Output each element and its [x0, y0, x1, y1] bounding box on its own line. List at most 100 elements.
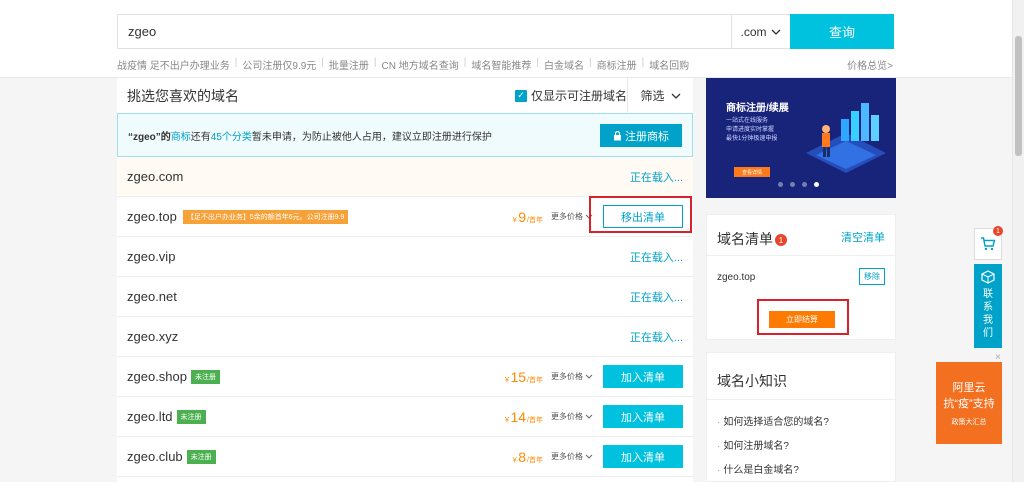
unregistered-tag: 未注册 — [186, 449, 216, 464]
carousel-dot-active[interactable] — [814, 182, 819, 187]
only-available-toggle[interactable]: ✓ 仅显示可注册域名 — [515, 78, 627, 113]
chevron-down-icon — [671, 93, 680, 99]
cart-item-domain: zgeo.top — [717, 272, 756, 283]
more-price-label: 更多价格 — [551, 412, 583, 421]
domain-row: zgeo.ltd 未注册 ￥ 14/首年 更多价格 加入清单 — [117, 397, 693, 437]
carousel-dot[interactable] — [790, 182, 795, 187]
hot-link[interactable]: 白金域名 — [544, 57, 584, 72]
scroll-thumb[interactable] — [1015, 36, 1022, 156]
notice-keyword: “zgeo”的 — [128, 131, 171, 143]
more-price-toggle[interactable]: 更多价格 — [551, 211, 593, 222]
domain-row: zgeo.club 未注册 ￥ 8/首年 更多价格 加入清单 — [117, 437, 693, 477]
cart-remove-button[interactable]: 移除 — [859, 268, 885, 285]
contact-us-button[interactable]: 联系我们 — [974, 264, 1002, 348]
scrollbar[interactable] — [1012, 0, 1024, 482]
hot-link[interactable]: 战疫情 足不出户办理业务 — [117, 57, 230, 72]
chevron-down-icon — [585, 414, 593, 419]
domain-name: zgeo.shop — [127, 369, 187, 384]
trademark-banner[interactable]: 商标注册/续展 一站式在线服务 申请进度实时掌握 最快1分钟极速申报 查看详情 — [706, 78, 896, 198]
cube-icon — [981, 270, 995, 284]
banner-detail-button[interactable]: 查看详情 — [734, 167, 770, 177]
unregistered-tag: 未注册 — [191, 369, 220, 384]
price-overview-link[interactable]: 价格总览> — [847, 57, 893, 72]
loading-status: 正在载入... — [629, 331, 683, 344]
filter-dropdown[interactable]: 筛选 — [627, 78, 693, 113]
domain-name: zgeo.club — [127, 449, 183, 464]
price: ￥ 9/首年 — [510, 209, 543, 225]
banner-line: 一站式在线服务 — [726, 118, 769, 124]
right-sidebar: 商标注册/续展 一站式在线服务 申请进度实时掌握 最快1分钟极速申报 查看详情 — [706, 78, 896, 482]
domain-name: zgeo.net — [127, 289, 177, 304]
domain-list-panel: 挑选您喜欢的域名 ✓ 仅显示可注册域名 筛选 “zgeo”的 商标 还有 45个分类暂… — [117, 78, 693, 482]
chevron-down-icon — [585, 374, 593, 379]
hot-link[interactable]: 公司注册仅9.9元 — [242, 57, 316, 72]
domain-row: zgeo.net 正在载入... — [117, 277, 693, 317]
add-to-list-button[interactable]: 加入清单 — [603, 445, 683, 468]
cart-title: 域名清单 1 — [717, 229, 787, 249]
more-price-label: 更多价格 — [551, 372, 583, 381]
domain-row: zgeo.com 正在载入... — [117, 157, 693, 197]
chevron-down-icon — [585, 454, 593, 459]
hot-link[interactable]: 批量注册 — [329, 57, 369, 72]
loading-status: 正在载入... — [629, 291, 683, 304]
search-input[interactable] — [118, 15, 730, 48]
hot-link[interactable]: 域名智能推荐 — [471, 57, 531, 72]
price: ￥ 8/首年 — [510, 449, 543, 465]
notice-mid: 还有 — [190, 131, 211, 143]
clear-cart-link[interactable]: 清空清单 — [841, 229, 885, 245]
contact-us-label: 联系我们 — [983, 289, 993, 339]
hot-link[interactable]: 商标注册 — [597, 57, 637, 72]
domain-row: zgeo.vip 正在载入... — [117, 237, 693, 277]
floating-promo[interactable]: 阿里云 抗“疫”支持 政策大汇总 — [936, 362, 1002, 444]
domain-name: zgeo.com — [127, 169, 184, 184]
search-bar: .com 查询 — [117, 14, 894, 49]
highlight-frame-remove — [589, 196, 692, 233]
price-unit: /首年 — [527, 216, 543, 224]
cart-count-badge: 1 — [775, 234, 787, 247]
promo-tag[interactable]: 【足不出户办业务】5余的额首年6元。公司注册9.9 — [182, 209, 349, 224]
currency-symbol: ￥ — [503, 416, 511, 424]
carousel-dot[interactable] — [778, 182, 783, 187]
notice-count-link[interactable]: 45个分类 — [211, 128, 252, 143]
notice-suffix: 暂未申请，为防止被他人占用，建议立即注册进行保护 — [251, 131, 492, 143]
price-value: 15 — [510, 368, 527, 385]
hot-link[interactable]: 域名回购 — [649, 57, 689, 72]
add-to-list-button[interactable]: 加入清单 — [603, 365, 683, 388]
suffix-value: .com — [740, 24, 767, 39]
floating-cart-badge: 1 — [993, 226, 1003, 236]
more-price-toggle[interactable]: 更多价格 — [551, 411, 593, 422]
trademark-notice: “zgeo”的 商标 还有 45个分类 暂未申请，为防止被他人占用，建议立即注册进行保护… — [117, 113, 693, 157]
banner-title: 商标注册/续展 — [726, 103, 789, 114]
list-title: 挑选您喜欢的域名 — [127, 87, 239, 104]
floating-cart[interactable]: 1 — [974, 226, 1003, 260]
domain-tips-panel: 域名小知识 如何选择适合您的域名? 如何注册域名? 什么是白金域名? — [706, 352, 896, 482]
hot-link[interactable]: CN 地方域名查询 — [382, 57, 459, 72]
more-price-toggle[interactable]: 更多价格 — [551, 371, 593, 382]
tip-link[interactable]: 如何注册域名? — [717, 437, 789, 452]
tips-title: 域名小知识 — [717, 373, 787, 389]
more-price-label: 更多价格 — [551, 452, 583, 461]
price-value: 14 — [510, 408, 527, 425]
hot-links: 战疫情 足不出户办理业务 | 公司注册仅9.9元 | 批量注册 | CN 地方域名查询… — [117, 57, 893, 72]
more-price-toggle[interactable]: 更多价格 — [551, 451, 593, 462]
query-button[interactable]: 查询 — [790, 14, 894, 49]
carousel-dot[interactable] — [802, 182, 807, 187]
tip-link[interactable]: 什么是白金域名? — [717, 461, 799, 476]
unregistered-tag: 未注册 — [176, 409, 206, 424]
promo-line: 政策大汇总 — [951, 419, 987, 426]
suffix-select[interactable]: .com — [731, 15, 789, 48]
list-header: 挑选您喜欢的域名 ✓ 仅显示可注册域名 筛选 — [117, 78, 693, 114]
add-to-list-button[interactable]: 加入清单 — [603, 405, 683, 428]
register-trademark-button[interactable]: 注册商标 — [600, 124, 682, 147]
checkbox-checked-icon[interactable]: ✓ — [515, 89, 527, 102]
loading-status: 正在载入... — [629, 171, 683, 184]
domain-name: zgeo.xyz — [127, 329, 179, 344]
price: ￥ 15/首年 — [502, 369, 543, 385]
tip-link[interactable]: 如何选择适合您的域名? — [717, 413, 829, 428]
price-unit: /首年 — [527, 376, 543, 384]
highlight-frame-checkout — [757, 299, 849, 335]
notice-trademark-link[interactable]: 商标 — [171, 128, 191, 143]
currency-symbol: ￥ — [511, 456, 519, 464]
currency-symbol: ￥ — [511, 216, 519, 224]
price-unit: /首年 — [527, 456, 543, 464]
